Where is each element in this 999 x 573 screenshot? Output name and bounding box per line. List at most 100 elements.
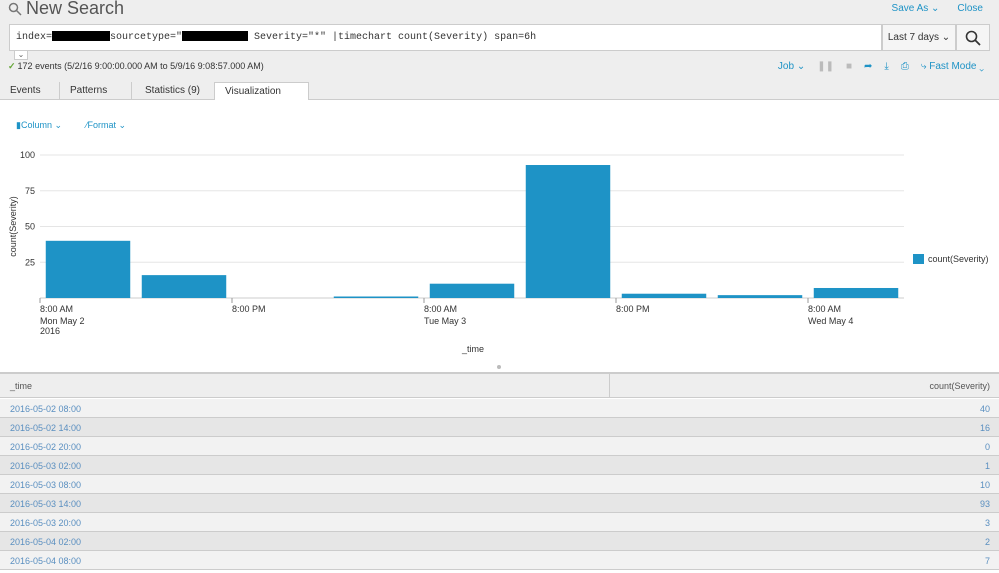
column-chart: 25 50 75 100 8:00 AM Mon May 22016 8:00 PM 8:00…	[8, 150, 989, 369]
legend-label: count(Severity)	[928, 254, 989, 264]
search-icon	[8, 2, 22, 16]
page-title-text: New Search	[26, 0, 125, 18]
cell-time[interactable]: 2016-05-03 02:00	[10, 461, 81, 471]
search-input[interactable]: index= sourcetype=" Severity="*" |timecha…	[9, 24, 882, 51]
chevron-down-icon: ⌄	[941, 32, 951, 43]
table-row[interactable]: 2016-05-03 20:00 3	[0, 513, 999, 532]
stop-icon[interactable]: ■	[846, 61, 852, 72]
search-header: New Search Save As ⌄ Close index= sourcet…	[0, 0, 999, 82]
table-row[interactable]: 2016-05-02 14:00 16	[0, 418, 999, 437]
check-icon: ✓	[8, 61, 16, 71]
visualization-panel: ▮Column ⌄ ⁄Format ⌄ 25 50 75 100 8:00 AM Mon …	[0, 100, 999, 370]
y-tick-label: 50	[25, 222, 35, 232]
column-header-time[interactable]: _time	[10, 381, 32, 391]
cell-time[interactable]: 2016-05-04 02:00	[10, 537, 81, 547]
table-row[interactable]: 2016-05-04 02:00 2	[0, 532, 999, 551]
table-row[interactable]: 2016-05-03 08:00 10	[0, 475, 999, 494]
search-button[interactable]	[956, 24, 990, 51]
y-axis-title: count(Severity)	[8, 196, 18, 257]
x-tick-label: Wed May 4	[808, 316, 853, 326]
results-tabs: Events Patterns Statistics (9) Visualiza…	[0, 82, 999, 101]
x-tick-label: 8:00 PM	[232, 304, 266, 314]
table-row[interactable]: 2016-05-04 08:00 7	[0, 551, 999, 570]
chart-bar[interactable]	[429, 283, 515, 298]
redacted-block	[182, 31, 249, 42]
share-icon[interactable]: ➦	[864, 61, 872, 72]
cell-time[interactable]: 2016-05-02 08:00	[10, 404, 81, 414]
query-prefix: index=	[16, 32, 53, 43]
cell-count[interactable]: 93	[980, 499, 990, 509]
tab-events[interactable]: Events	[0, 82, 60, 100]
cell-time[interactable]: 2016-05-02 20:00	[10, 442, 81, 452]
cell-count[interactable]: 10	[980, 480, 990, 490]
x-tick-label: 8:00 PM	[616, 304, 650, 314]
chart-bar[interactable]	[621, 293, 707, 298]
chevron-down-icon: ⌄	[931, 3, 940, 14]
x-axis-title: _time	[461, 344, 484, 354]
query-rest: Severity="*" |timechart count(Severity) …	[248, 32, 537, 43]
resize-handle	[497, 365, 501, 369]
job-controls: Job ⌄ ❚❚ ■ ➦ ⤓ ⎙ ⤷ Fast Mode ⌄	[778, 61, 984, 72]
pause-icon[interactable]: ❚❚	[817, 61, 834, 72]
y-tick-label: 25	[25, 257, 35, 267]
save-as-button[interactable]: Save As ⌄	[892, 3, 940, 14]
cell-time[interactable]: 2016-05-03 14:00	[10, 499, 81, 509]
tab-statistics[interactable]: Statistics (9)	[135, 82, 217, 100]
x-tick-label: Tue May 3	[424, 316, 466, 326]
close-button[interactable]: Close	[957, 3, 983, 14]
time-range-picker[interactable]: Last 7 days ⌄	[882, 24, 956, 51]
cell-count[interactable]: 16	[980, 423, 990, 433]
cell-time[interactable]: 2016-05-03 20:00	[10, 518, 81, 528]
table-row[interactable]: 2016-05-03 02:00 1	[0, 456, 999, 475]
save-as-label: Save As	[891, 3, 929, 14]
chart-bar[interactable]	[813, 287, 899, 298]
chart-bar[interactable]	[525, 165, 611, 298]
x-tick-label: 2016	[40, 326, 60, 336]
query-sourcetype: sourcetype="	[110, 32, 183, 43]
print-icon[interactable]: ⎙	[901, 61, 909, 72]
collapse-toggle[interactable]: ⌄	[14, 50, 28, 60]
export-icon[interactable]: ⤓	[884, 61, 888, 72]
chevron-down-icon: ⌄	[796, 61, 806, 72]
x-tick-label: 8:00 AM	[424, 304, 457, 314]
cell-count[interactable]: 7	[985, 556, 990, 566]
cell-count[interactable]: 40	[980, 404, 990, 414]
chart-bar[interactable]	[333, 296, 419, 299]
column-header-count[interactable]: count(Severity)	[929, 381, 990, 391]
tab-patterns[interactable]: Patterns	[60, 82, 132, 100]
job-menu[interactable]: Job ⌄	[778, 61, 805, 72]
tab-visualization[interactable]: Visualization	[214, 82, 309, 101]
chart-bar[interactable]	[45, 240, 131, 298]
cell-time[interactable]: 2016-05-04 08:00	[10, 556, 81, 566]
chevron-down-icon: ⌄	[979, 61, 984, 72]
mode-label: Fast Mode	[929, 61, 977, 72]
chart-bar[interactable]	[717, 295, 803, 298]
cell-time[interactable]: 2016-05-03 08:00	[10, 480, 81, 490]
cell-count[interactable]: 2	[985, 537, 990, 547]
legend-swatch	[913, 254, 924, 264]
table-row[interactable]: 2016-05-02 08:00 40	[0, 399, 999, 418]
time-range-label: Last 7 days	[887, 32, 939, 43]
table-row[interactable]: 2016-05-02 20:00 0	[0, 437, 999, 456]
redacted-block	[52, 31, 111, 42]
cell-count[interactable]: 1	[985, 461, 990, 471]
status-text: 172 events (5/2/16 9:00:00.000 AM to 5/9…	[17, 61, 264, 71]
x-tick-label: 8:00 AM	[808, 304, 841, 314]
table-row[interactable]: 2016-05-03 14:00 93	[0, 494, 999, 513]
header-actions: Save As ⌄ Close	[892, 3, 983, 14]
statistics-table: _time count(Severity) 2016-05-02 08:00 40…	[0, 372, 999, 573]
page-title: New Search	[8, 0, 124, 19]
table-header: _time count(Severity)	[0, 374, 999, 398]
cell-time[interactable]: 2016-05-02 14:00	[10, 423, 81, 433]
search-mode-menu[interactable]: ⤷ Fast Mode ⌄	[921, 61, 984, 72]
status-line: ✓ 172 events (5/2/16 9:00:00.000 AM to 5/…	[8, 61, 264, 72]
chart-bar[interactable]	[141, 275, 227, 298]
job-label: Job	[777, 61, 795, 72]
x-tick-label: 8:00 AM	[40, 304, 73, 314]
column-divider	[609, 374, 610, 398]
cell-count[interactable]: 3	[985, 518, 990, 528]
y-tick-label: 75	[25, 186, 35, 196]
search-icon	[965, 30, 981, 46]
cell-count[interactable]: 0	[985, 442, 990, 452]
lightning-icon: ⤷	[920, 61, 927, 72]
